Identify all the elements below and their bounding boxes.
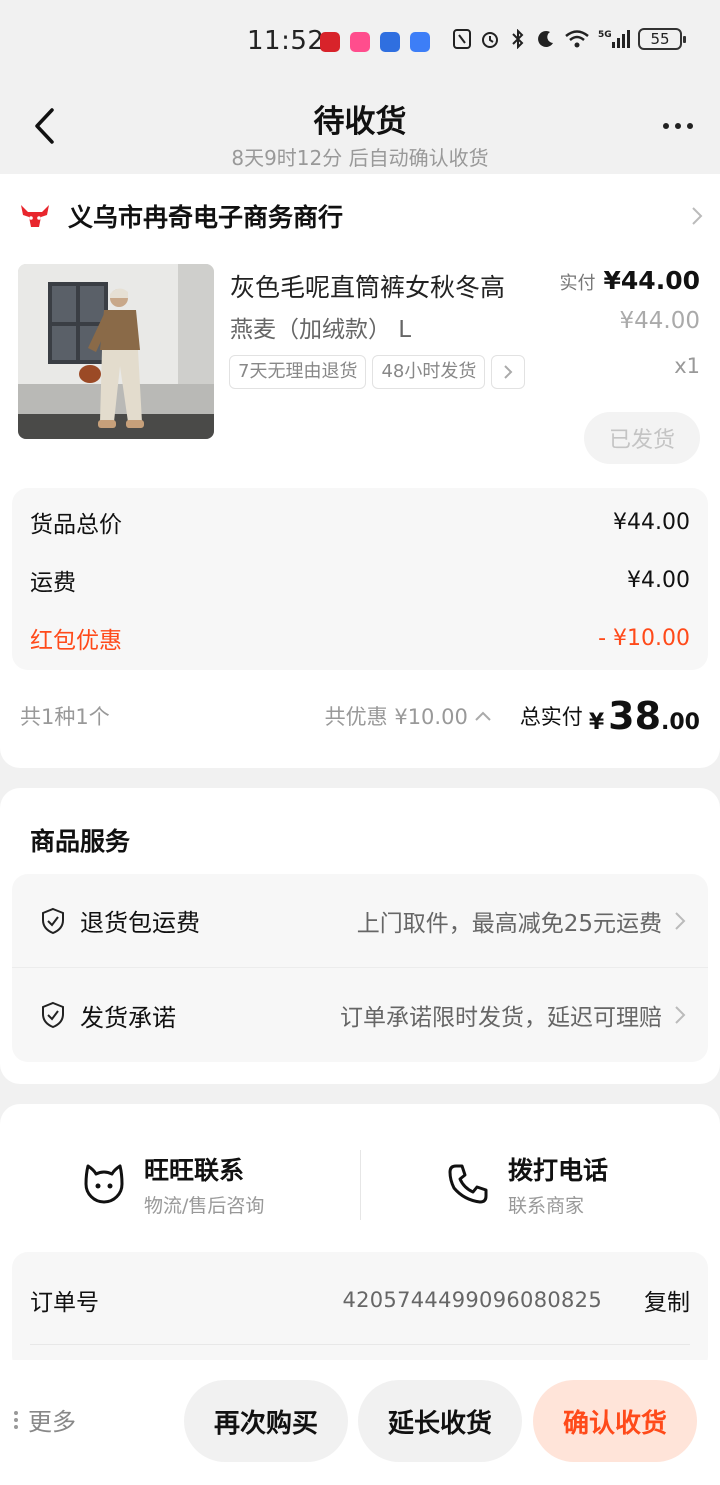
more-options-button[interactable] <box>656 108 700 144</box>
copy-order-button[interactable]: 复制 <box>644 1283 690 1317</box>
total-decimal: .00 <box>661 710 700 735</box>
page-title: 待收货 <box>313 104 407 140</box>
notification-app-icon <box>350 32 370 52</box>
notification-app-icon <box>380 32 400 52</box>
order-number: 4205744499096080825 <box>342 1288 602 1312</box>
status-icons: 5G 55 <box>452 28 686 50</box>
notification-app-icon <box>410 32 430 52</box>
wifi-icon <box>564 28 590 50</box>
wangwang-contact-button[interactable]: 旺旺联系 物流/售后咨询 <box>80 1144 264 1224</box>
call-title: 拨打电话 <box>508 1155 609 1185</box>
call-subtitle: 联系商家 <box>508 1194 585 1217</box>
coupon-label: 红包优惠 <box>30 628 122 654</box>
phone-icon <box>448 1164 488 1204</box>
order-card: 义乌市冉奇电子商务商行 灰色毛呢直筒裤女秋冬高 燕麦（加绒款） L 7天无理由退… <box>0 174 720 768</box>
wangwang-title: 旺旺联系 <box>144 1155 245 1185</box>
bluetooth-icon <box>508 28 528 50</box>
shield-check-icon <box>42 1001 64 1029</box>
order-info: 订单号 4205744499096080825 复制 <box>12 1252 708 1372</box>
tmall-logo-icon <box>21 205 49 227</box>
shipped-status-button: 已发货 <box>584 412 700 464</box>
services-card: 商品服务 退货包运费 上门取件，最高减免25元运费 发货承诺 订单承诺限时发货，… <box>0 788 720 1084</box>
call-merchant-button[interactable]: 拨打电话 联系商家 <box>444 1144 608 1224</box>
battery-icon: 55 <box>638 28 686 50</box>
more-actions-label: 更多 <box>28 1408 76 1436</box>
shield-check-icon <box>42 907 64 934</box>
service-tag: 7天无理由退货 <box>229 355 367 389</box>
total-paid-label: 总实付 <box>519 705 583 729</box>
wangwang-subtitle: 物流/售后咨询 <box>144 1194 265 1217</box>
chevron-up-icon <box>475 711 491 721</box>
chevron-right-icon <box>675 911 686 930</box>
moon-icon <box>536 28 556 50</box>
shop-row[interactable]: 义乌市冉奇电子商务商行 <box>20 196 704 236</box>
total-paid: ¥ 38 .00 <box>589 694 700 738</box>
quantity: x1 <box>674 354 700 378</box>
chevron-right-icon <box>692 207 703 225</box>
nfc-icon <box>452 28 472 50</box>
shipping-value: ¥4.00 <box>627 567 690 593</box>
bottom-action-bar: 更多 再次购买 延长收货 确认收货 <box>0 1360 720 1485</box>
original-price: ¥44.00 <box>619 308 700 334</box>
service-name: 发货承诺 <box>80 1003 176 1032</box>
fee-breakdown: 货品总价 ¥44.00 运费 ¥4.00 红包优惠 - ¥10.00 <box>12 488 708 670</box>
coupon-row: 红包优惠 - ¥10.00 <box>30 620 690 656</box>
tags-expand-button[interactable] <box>491 355 526 389</box>
product-image[interactable] <box>18 264 214 439</box>
total-currency: ¥ <box>588 710 605 735</box>
shipping-label: 运费 <box>30 570 76 596</box>
goods-total-value: ¥44.00 <box>613 509 690 535</box>
divider <box>360 1150 361 1220</box>
divider <box>30 1344 690 1345</box>
service-desc: 上门取件，最高减免25元运费 <box>356 910 662 937</box>
services-title: 商品服务 <box>30 827 131 856</box>
svg-text:5G: 5G <box>598 30 612 40</box>
order-number-row: 订单号 4205744499096080825 复制 <box>30 1280 690 1320</box>
total-discount-toggle[interactable]: 共优惠 ¥10.00 <box>325 701 492 731</box>
service-item-free-return[interactable]: 退货包运费 上门取件，最高减免25元运费 <box>12 874 708 968</box>
total-integer: 38 <box>608 694 662 738</box>
extend-receipt-button[interactable]: 延长收货 <box>358 1380 522 1462</box>
total-discount: 共优惠 ¥10.00 <box>324 705 468 729</box>
shipping-row: 运费 ¥4.00 <box>30 562 690 598</box>
chevron-right-icon <box>504 365 513 379</box>
coupon-value: - ¥10.00 <box>598 625 690 651</box>
status-bar: 11:52 5G 55 <box>0 0 720 84</box>
paid-price-value: ¥44.00 <box>603 266 700 295</box>
goods-total-row: 货品总价 ¥44.00 <box>30 504 690 540</box>
paid-price-label: 实付 <box>559 273 596 294</box>
product-title[interactable]: 灰色毛呢直筒裤女秋冬高 <box>230 268 550 304</box>
paid-price: 实付 ¥44.00 <box>560 266 700 295</box>
chat-face-icon <box>84 1164 124 1204</box>
order-summary: 共1种1个 共优惠 ¥10.00 总实付 ¥ 38 .00 <box>20 684 700 748</box>
service-item-ship-promise[interactable]: 发货承诺 订单承诺限时发货，延迟可理赔 <box>12 968 708 1062</box>
auto-confirm-countdown: 8天9时12分 后自动确认收货 <box>231 146 489 170</box>
chevron-right-icon <box>675 1006 686 1024</box>
item-count: 共1种1个 <box>20 705 110 729</box>
alarm-icon <box>480 28 500 50</box>
service-desc: 订单承诺限时发货，延迟可理赔 <box>340 1005 662 1031</box>
more-actions-button[interactable]: 更多 <box>14 1402 76 1437</box>
goods-total-label: 货品总价 <box>30 512 122 538</box>
cell-signal-icon: 5G <box>598 28 630 50</box>
order-number-label: 订单号 <box>30 1290 99 1316</box>
service-tag: 48小时发货 <box>372 355 486 389</box>
page-header: 待收货 8天9时12分 后自动确认收货 <box>0 84 720 174</box>
status-time: 11:52 <box>247 26 325 56</box>
shop-name: 义乌市冉奇电子商务商行 <box>68 203 344 232</box>
buy-again-button[interactable]: 再次购买 <box>184 1380 348 1462</box>
services-list: 退货包运费 上门取件，最高减免25元运费 发货承诺 订单承诺限时发货，延迟可理赔 <box>12 874 708 1062</box>
product-sku: 燕麦（加绒款） L <box>230 317 412 343</box>
more-vertical-icon <box>14 1410 18 1429</box>
confirm-receipt-button[interactable]: 确认收货 <box>533 1380 697 1462</box>
product-tags: 7天无理由退货 48小时发货 <box>229 355 543 389</box>
notification-app-icon <box>320 32 340 52</box>
service-name: 退货包运费 <box>80 909 200 937</box>
